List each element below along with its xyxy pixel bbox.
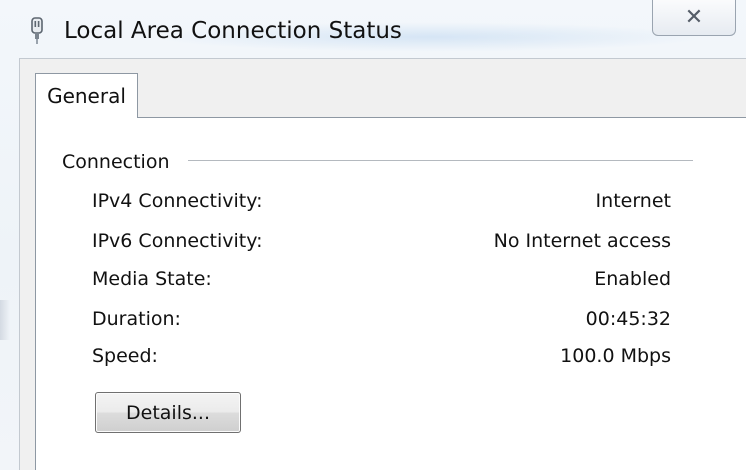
window-title: Local Area Connection Status [64, 18, 402, 44]
tab-general[interactable]: General [35, 73, 138, 118]
speed-label: Speed: [92, 345, 158, 367]
media-state-label: Media State: [92, 268, 212, 290]
duration-label: Duration: [92, 308, 181, 330]
speed-value: 100.0 Mbps [560, 345, 671, 367]
details-button[interactable]: Details... [95, 392, 241, 433]
ipv4-connectivity-label: IPv4 Connectivity: [92, 190, 263, 212]
network-adapter-icon [29, 17, 45, 45]
status-window: Local Area Connection Status ✕ General C… [0, 0, 746, 470]
ipv6-connectivity-value: No Internet access [493, 230, 671, 252]
close-icon: ✕ [684, 5, 704, 30]
connection-group-label: Connection [62, 151, 170, 173]
background-window-edge [0, 300, 10, 340]
ipv6-connectivity-label: IPv6 Connectivity: [92, 230, 263, 252]
details-button-label: Details... [126, 401, 210, 424]
close-button[interactable]: ✕ [652, 0, 736, 36]
group-divider [188, 160, 693, 161]
duration-value: 00:45:32 [585, 308, 671, 330]
media-state-value: Enabled [594, 268, 671, 290]
tab-general-label: General [47, 84, 126, 108]
ipv4-connectivity-value: Internet [595, 190, 671, 212]
